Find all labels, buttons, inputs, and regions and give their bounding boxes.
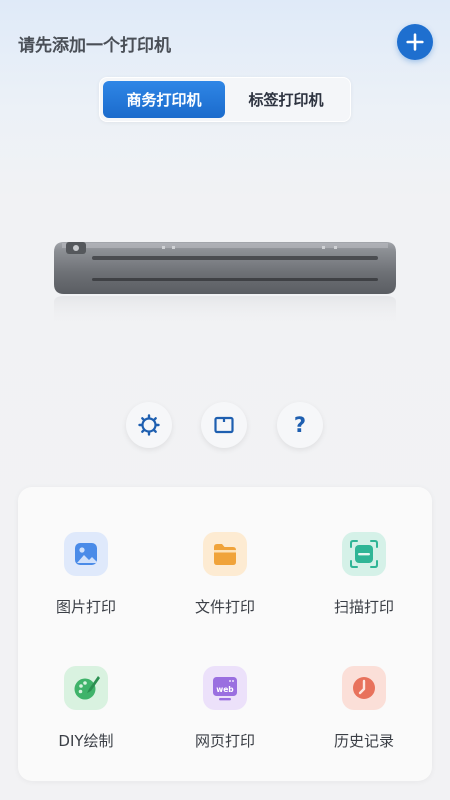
feature-label: DIY绘制 <box>58 732 114 750</box>
settings-button[interactable] <box>126 402 172 448</box>
feature-diy-draw[interactable]: DIY绘制 <box>26 666 146 766</box>
feature-panel: 图片打印 文件打印 扫描打印 DIY绘制 web 网页打印 历史记录 <box>18 487 432 781</box>
history-clock-icon <box>353 677 375 699</box>
feature-image-print[interactable]: 图片打印 <box>26 532 146 632</box>
tab-label-printer[interactable]: 标签打印机 <box>225 81 347 118</box>
feature-label: 扫描打印 <box>333 598 394 616</box>
feature-label: 图片打印 <box>55 598 116 616</box>
paper-size-button[interactable] <box>201 402 247 448</box>
tab-business-printer[interactable]: 商务打印机 <box>103 81 225 118</box>
image-print-icon <box>75 543 97 565</box>
feature-label: 历史记录 <box>333 732 394 750</box>
feature-label: 网页打印 <box>194 732 255 750</box>
feature-history[interactable]: 历史记录 <box>304 666 424 766</box>
paper-size-icon <box>214 416 234 434</box>
printer-image <box>54 242 396 328</box>
printer-type-switch: 商务打印机 标签打印机 <box>99 77 351 122</box>
help-question-icon: ? <box>293 413 307 437</box>
page-title: 请先添加一个打印机 <box>18 36 171 56</box>
help-button[interactable]: ? <box>277 402 323 448</box>
web-print-icon: web <box>213 677 237 701</box>
feature-web-print[interactable]: web 网页打印 <box>165 666 285 766</box>
feature-file-print[interactable]: 文件打印 <box>165 532 285 632</box>
feature-label: 文件打印 <box>194 598 255 616</box>
folder-print-icon <box>214 544 236 565</box>
add-printer-button[interactable] <box>397 24 433 60</box>
settings-gear-icon <box>138 414 160 436</box>
diy-draw-icon <box>74 676 100 700</box>
feature-scan-print[interactable]: 扫描打印 <box>304 532 424 632</box>
plus-icon <box>406 33 424 51</box>
scan-print-icon <box>350 540 378 568</box>
svg-text:web: web <box>216 685 234 694</box>
